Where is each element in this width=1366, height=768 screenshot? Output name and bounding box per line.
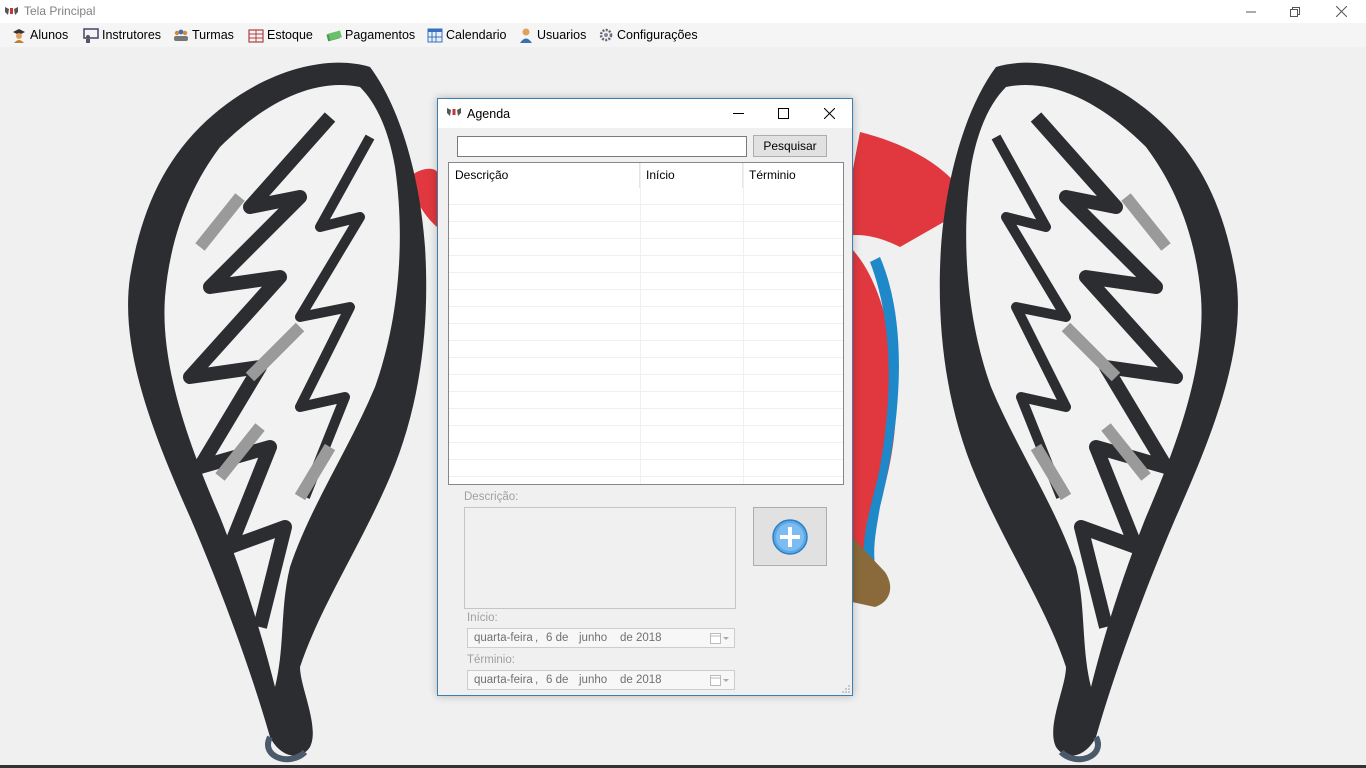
close-button[interactable] bbox=[1318, 0, 1364, 23]
menu-configuracoes-label: Configurações bbox=[617, 28, 698, 42]
empty-grid-row bbox=[449, 239, 843, 256]
instructor-icon bbox=[83, 28, 99, 43]
menu-turmas-label: Turmas bbox=[192, 28, 234, 42]
column-divider bbox=[640, 163, 641, 484]
end-month: junho bbox=[579, 674, 608, 686]
start-label: Início: bbox=[467, 612, 498, 624]
empty-grid-row bbox=[449, 426, 843, 443]
end-weekday: quarta-feira bbox=[474, 674, 533, 686]
search-input[interactable] bbox=[457, 136, 747, 157]
agenda-dialog: Agenda Pesquisar Descrição Início Términ… bbox=[437, 98, 853, 696]
dialog-title-bar: Agenda bbox=[438, 99, 852, 128]
main-title-bar: Tela Principal bbox=[0, 0, 1366, 23]
menu-usuarios-label: Usuarios bbox=[537, 28, 587, 42]
dialog-close-button[interactable] bbox=[806, 99, 852, 128]
search-button[interactable]: Pesquisar bbox=[753, 135, 827, 157]
column-divider bbox=[743, 163, 744, 484]
menu-pagamentos[interactable]: Pagamentos bbox=[326, 26, 415, 44]
money-icon bbox=[326, 30, 342, 42]
agenda-list[interactable]: Descrição Início Términio bbox=[448, 162, 844, 485]
empty-grid-row bbox=[449, 443, 843, 460]
column-header-terminio[interactable]: Términio bbox=[743, 163, 843, 188]
menu-instrutores[interactable]: Instrutores bbox=[83, 26, 161, 44]
menu-calendario[interactable]: Calendario bbox=[427, 26, 506, 44]
minimize-button[interactable] bbox=[1228, 0, 1274, 23]
calendar-dropdown-icon[interactable] bbox=[710, 632, 730, 645]
menu-configuracoes[interactable]: Configurações bbox=[598, 26, 698, 44]
menu-estoque[interactable]: Estoque bbox=[248, 26, 313, 44]
menu-estoque-label: Estoque bbox=[267, 28, 313, 42]
app-logo-icon bbox=[447, 108, 461, 116]
end-day: 6 de bbox=[546, 674, 569, 686]
start-month: junho bbox=[579, 632, 608, 644]
app-logo-icon bbox=[5, 7, 18, 15]
menu-calendario-label: Calendario bbox=[446, 28, 507, 42]
menu-pagamentos-label: Pagamentos bbox=[345, 28, 416, 42]
column-header-descricao[interactable]: Descrição bbox=[449, 163, 640, 188]
end-year: de 2018 bbox=[620, 674, 662, 686]
end-sep: , bbox=[535, 674, 539, 686]
menu-usuarios[interactable]: Usuarios bbox=[518, 26, 586, 44]
empty-grid-row bbox=[449, 290, 843, 307]
empty-grid-row bbox=[449, 375, 843, 392]
empty-grid-row bbox=[449, 460, 843, 477]
menu-alunos-label: Alunos bbox=[30, 28, 69, 42]
start-day: 6 de bbox=[546, 632, 569, 644]
start-year: de 2018 bbox=[620, 632, 662, 644]
empty-grid-row bbox=[449, 409, 843, 426]
maximize-icon bbox=[777, 108, 789, 119]
empty-grid-row bbox=[449, 341, 843, 358]
description-textarea[interactable] bbox=[464, 507, 736, 609]
resize-grip-icon[interactable] bbox=[842, 685, 850, 693]
menu-alunos[interactable]: Alunos bbox=[11, 26, 68, 44]
menu-bar: Alunos Instrutores Turmas Estoque Pagame… bbox=[0, 23, 1366, 47]
minimize-icon bbox=[732, 113, 744, 114]
start-date-picker[interactable]: quarta-feira , 6 de junho de 2018 bbox=[467, 628, 735, 648]
window-title: Tela Principal bbox=[24, 4, 96, 18]
menu-turmas[interactable]: Turmas bbox=[173, 26, 234, 44]
column-header-inicio[interactable]: Início bbox=[640, 163, 743, 188]
minimize-icon bbox=[1246, 11, 1256, 12]
end-date-picker[interactable]: quarta-feira , 6 de junho de 2018 bbox=[467, 670, 735, 690]
gear-icon bbox=[599, 28, 613, 42]
empty-grid-row bbox=[449, 392, 843, 409]
calendar-dropdown-icon[interactable] bbox=[710, 674, 730, 687]
plus-circle-icon bbox=[772, 518, 808, 555]
close-icon bbox=[823, 108, 835, 119]
start-sep: , bbox=[535, 632, 539, 644]
menu-instrutores-label: Instrutores bbox=[102, 28, 162, 42]
close-icon bbox=[1335, 6, 1347, 17]
dialog-title: Agenda bbox=[467, 107, 511, 121]
empty-grid-row bbox=[449, 256, 843, 273]
empty-grid-row bbox=[449, 307, 843, 324]
restore-icon bbox=[1290, 6, 1300, 17]
empty-grid-row bbox=[449, 188, 843, 205]
end-label: Términio: bbox=[467, 654, 515, 666]
user-icon bbox=[520, 28, 532, 43]
dialog-minimize-button[interactable] bbox=[715, 99, 761, 128]
add-event-button[interactable] bbox=[753, 507, 827, 566]
start-weekday: quarta-feira bbox=[474, 632, 533, 644]
empty-grid-row bbox=[449, 205, 843, 222]
calendar-icon bbox=[427, 28, 443, 43]
description-label: Descrição: bbox=[464, 491, 519, 503]
stock-icon bbox=[248, 29, 264, 43]
student-icon bbox=[13, 29, 25, 43]
empty-grid-row bbox=[449, 222, 843, 239]
list-header: Descrição Início Términio bbox=[449, 163, 843, 188]
empty-grid-row bbox=[449, 273, 843, 290]
group-icon bbox=[174, 29, 188, 41]
empty-grid-row bbox=[449, 358, 843, 375]
dialog-maximize-button[interactable] bbox=[760, 99, 806, 128]
restore-button[interactable] bbox=[1272, 0, 1318, 23]
empty-grid-row bbox=[449, 324, 843, 341]
